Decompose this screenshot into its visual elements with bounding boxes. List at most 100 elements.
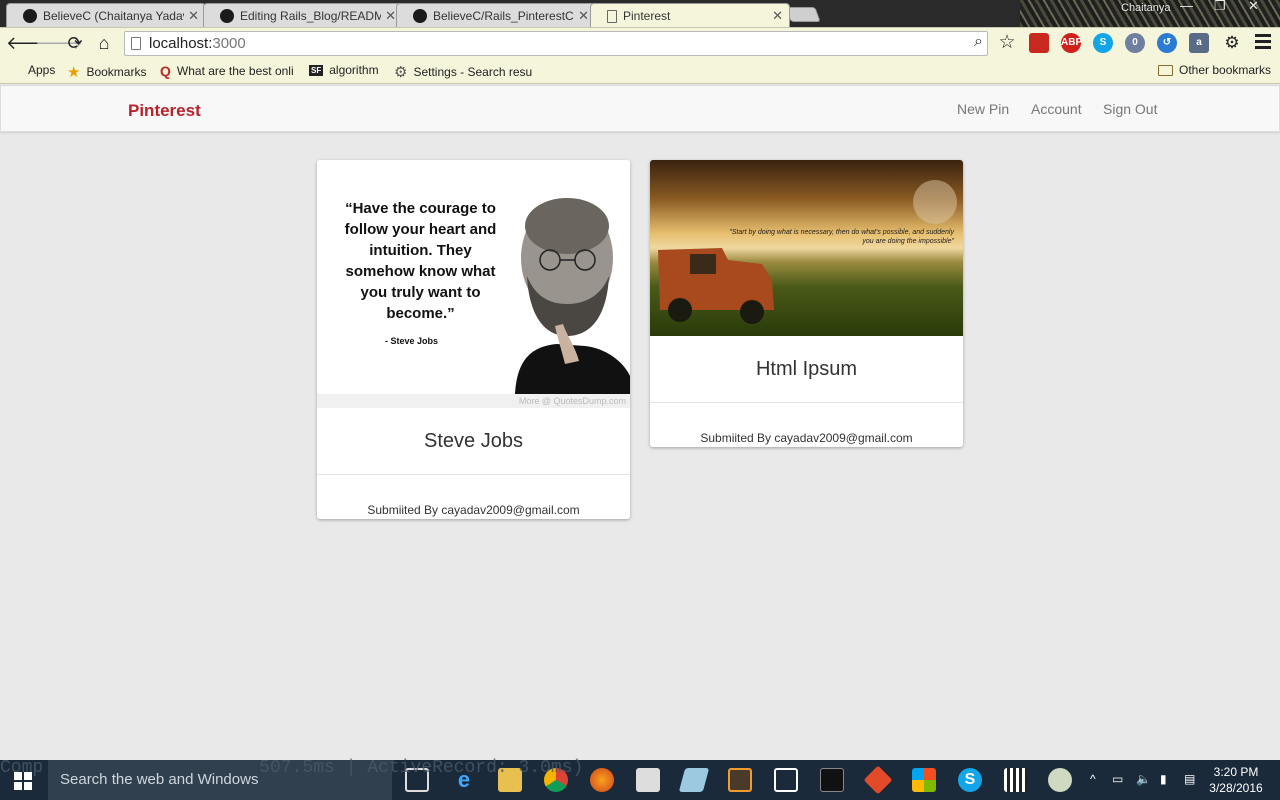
skype-taskbar-icon[interactable]: S xyxy=(958,768,982,792)
skype-icon[interactable]: S xyxy=(1093,33,1113,53)
github-icon xyxy=(23,8,37,23)
other-bookmarks[interactable]: Other bookmarks xyxy=(1158,63,1271,77)
image-signature-text: - Steve Jobs xyxy=(385,336,439,346)
new-tab-button[interactable] xyxy=(785,7,821,22)
bookmark-settings[interactable]: ⚙ Settings - Search resu xyxy=(394,63,532,81)
battery-icon[interactable]: ▮ xyxy=(1160,772,1167,786)
bookmark-label: Apps xyxy=(28,63,56,77)
tray-chevron-icon[interactable]: ^ xyxy=(1090,772,1096,786)
zoom-icon[interactable]: ⌕ xyxy=(974,33,983,51)
movie-maker-icon[interactable] xyxy=(1004,768,1028,792)
tab-strip: Chaitanya — ❐ ✕ BelieveC (Chaitanya Yada… xyxy=(0,0,1280,27)
url-host: localhost: xyxy=(149,35,213,52)
bookmark-label: algorithm xyxy=(329,63,379,77)
bookmark-apps[interactable]: Apps xyxy=(8,63,55,77)
old-truck-illustration xyxy=(658,180,957,324)
history-icon[interactable]: ↺ xyxy=(1157,33,1177,53)
notifications-icon[interactable]: ▤ xyxy=(1184,772,1195,786)
tab-title: Editing Rails_Blog/README.md xyxy=(240,8,381,23)
page-icon xyxy=(607,9,617,23)
adblock-plus-icon[interactable]: ABP xyxy=(1061,33,1082,53)
apps-grid-icon xyxy=(8,63,22,77)
browser-toolbar: 🡐 🡒 ⟳ ⌂ localhost:3000 ⌕ ☆ ABP S 0 ↺ a ⚙ xyxy=(0,27,1280,58)
bookmark-star-icon[interactable]: ☆ xyxy=(996,32,1018,54)
github-icon xyxy=(220,8,234,23)
image-quote-text: “Have the courage to follow your heart a… xyxy=(344,200,497,322)
url-text: localhost:3000 xyxy=(149,35,246,52)
extension-ghost-icon[interactable]: 0 xyxy=(1125,33,1145,53)
sublime-icon[interactable] xyxy=(728,768,752,792)
settings-gear-icon[interactable]: ⚙ xyxy=(1221,32,1243,54)
address-bar[interactable]: localhost:3000 ⌕ xyxy=(124,31,988,56)
tab-pinterest[interactable]: Pinterest ✕ xyxy=(590,3,790,27)
home-icon[interactable]: ⌂ xyxy=(93,32,115,54)
paint-icon[interactable] xyxy=(1048,768,1072,792)
pin-card[interactable]: “Have the courage to follow your heart a… xyxy=(317,160,630,519)
forward-icon[interactable]: 🡒 xyxy=(35,32,83,54)
tab-editing-readme[interactable]: Editing Rails_Blog/README.md ✕ xyxy=(203,3,403,27)
tab-pinterest-clone[interactable]: BelieveC/Rails_PinterestClone ✕ xyxy=(396,3,596,27)
close-window-icon[interactable]: ✕ xyxy=(1248,0,1259,14)
back-icon[interactable]: 🡐 xyxy=(6,32,54,54)
bookmark-algorithm[interactable]: SF algorithm xyxy=(309,63,379,77)
brand-link[interactable]: Pinterest xyxy=(128,101,201,121)
taskbar-clock[interactable]: 3:20 PM 3/28/2016 xyxy=(1206,764,1266,796)
quora-icon: Q xyxy=(160,63,171,79)
notepad-icon[interactable] xyxy=(678,768,710,792)
nav-account[interactable]: Account xyxy=(1031,101,1082,117)
pin-image[interactable]: “Have the courage to follow your heart a… xyxy=(317,160,630,408)
tab-believec[interactable]: BelieveC (Chaitanya Yadav) ✕ xyxy=(6,3,206,27)
nav-new-pin[interactable]: New Pin xyxy=(957,101,1009,117)
console-overlay-text: Comp 507.5ms | ActiveRecord: 3.0ms) xyxy=(0,758,584,778)
pin-title[interactable]: Steve Jobs xyxy=(317,430,630,453)
terminal-icon[interactable] xyxy=(820,768,844,792)
card-divider xyxy=(317,474,630,475)
image-quote-text: "Start by doing what is necessary, then … xyxy=(729,229,954,245)
tab-close-icon[interactable]: ✕ xyxy=(772,8,783,24)
pin-card[interactable]: "Start by doing what is necessary, then … xyxy=(650,160,963,447)
gear-icon: ⚙ xyxy=(394,64,408,81)
card-divider xyxy=(650,402,963,403)
bookmark-label: What are the best onli xyxy=(176,64,294,78)
extension-rails-icon[interactable] xyxy=(1029,33,1049,53)
nav-sign-out[interactable]: Sign Out xyxy=(1103,101,1157,117)
app-navbar: Pinterest New Pin Account Sign Out xyxy=(0,85,1280,132)
pin-submitted-by: Submiited By cayadav2009@gmail.com xyxy=(367,503,580,517)
image-footer: More @ QuotesDump.com xyxy=(317,394,630,408)
minimize-icon[interactable]: — xyxy=(1180,0,1193,13)
pin-title[interactable]: Html Ipsum xyxy=(650,358,963,381)
sf-icon: SF xyxy=(309,64,324,76)
clock-time: 3:20 PM xyxy=(1213,765,1259,779)
extension-badge: 0 xyxy=(1132,37,1138,48)
git-icon[interactable] xyxy=(863,765,893,795)
bookmark-bookmarks[interactable]: ★ Bookmarks xyxy=(67,63,146,81)
tab-title: BelieveC (Chaitanya Yadav) xyxy=(43,8,185,23)
bookmarks-bar: Apps ★ Bookmarks Q What are the best onl… xyxy=(0,58,1280,84)
firefox-icon[interactable] xyxy=(590,768,614,792)
tab-title: BelieveC/Rails_PinterestClone xyxy=(433,8,574,23)
camera-icon[interactable] xyxy=(636,768,660,792)
atom-icon[interactable] xyxy=(774,768,798,792)
pin-image[interactable]: "Start by doing what is necessary, then … xyxy=(650,160,963,336)
profile-button[interactable]: Chaitanya xyxy=(1121,2,1171,14)
folder-icon xyxy=(1158,64,1173,76)
volume-icon[interactable]: 🔈 xyxy=(1136,772,1151,786)
reload-icon[interactable]: ⟳ xyxy=(64,32,86,54)
maximize-icon[interactable]: ❐ xyxy=(1214,0,1226,14)
page-info-icon[interactable] xyxy=(131,37,141,50)
store-icon[interactable] xyxy=(912,768,936,792)
url-port: 3000 xyxy=(212,35,246,52)
star-icon: ★ xyxy=(67,64,81,81)
tab-close-icon[interactable]: ✕ xyxy=(578,8,589,24)
github-icon xyxy=(413,8,427,23)
extension-download-icon[interactable]: a xyxy=(1189,33,1209,53)
tab-title: Pinterest xyxy=(623,9,671,23)
other-bookmarks-label: Other bookmarks xyxy=(1179,63,1272,77)
tab-close-icon[interactable]: ✕ xyxy=(385,8,396,24)
chrome-menu-icon[interactable] xyxy=(1255,34,1271,50)
network-icon[interactable]: ▭ xyxy=(1112,772,1123,786)
steve-jobs-portrait xyxy=(505,186,630,394)
bookmark-label: Settings - Search resu xyxy=(413,65,533,79)
bookmark-quora[interactable]: Q What are the best onli xyxy=(160,63,294,79)
tab-close-icon[interactable]: ✕ xyxy=(188,8,199,24)
